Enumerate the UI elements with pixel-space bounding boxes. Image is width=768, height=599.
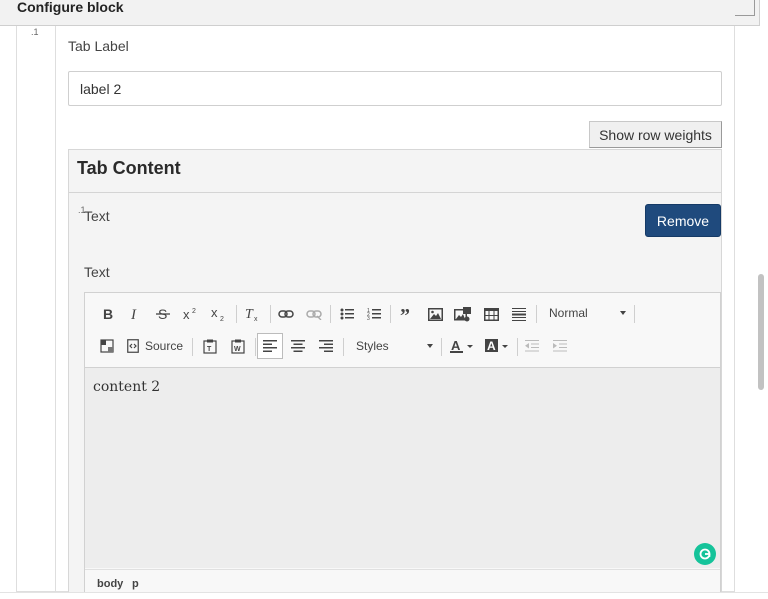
toolbar-separator — [634, 305, 635, 323]
background-color-icon[interactable]: A — [482, 333, 512, 359]
remove-format-icon[interactable]: Tx — [240, 301, 266, 327]
source-icon — [127, 339, 139, 353]
svg-text:I: I — [130, 307, 137, 321]
toolbar-separator — [255, 338, 256, 356]
italic-icon[interactable]: I — [122, 301, 148, 327]
svg-text:x: x — [183, 307, 190, 321]
svg-text:A: A — [487, 339, 496, 353]
toolbar-separator — [536, 305, 537, 323]
paste-text-icon[interactable]: T — [197, 333, 223, 359]
svg-text:”: ” — [400, 308, 410, 320]
svg-text:T: T — [245, 307, 254, 321]
dialog-title: Configure block — [17, 0, 124, 15]
svg-text:A: A — [451, 339, 461, 353]
svg-text:T: T — [207, 346, 212, 353]
table-icon[interactable] — [478, 301, 504, 327]
align-right-icon[interactable] — [313, 333, 339, 359]
editor-content-area[interactable]: content 2 — [85, 368, 720, 568]
blockquote-icon[interactable]: ” — [394, 301, 420, 327]
source-button[interactable]: Source — [127, 334, 183, 358]
toolbar-separator — [517, 338, 518, 356]
tab-label-heading: Tab Label — [68, 38, 129, 54]
subscript-icon[interactable]: x2 — [206, 301, 232, 327]
editor-toolbar: B I S x2 x2 Tx 123 ” Normal Source T W S… — [85, 293, 720, 368]
source-label: Source — [145, 339, 184, 353]
align-left-icon[interactable] — [257, 333, 283, 359]
toolbar-separator — [441, 338, 442, 356]
grammarly-icon[interactable] — [694, 543, 716, 565]
text-color-icon[interactable]: A — [447, 333, 477, 359]
paste-word-icon[interactable]: W — [225, 333, 251, 359]
rich-text-editor: B I S x2 x2 Tx 123 ” Normal Source T W S… — [84, 292, 721, 599]
dialog-close-button[interactable] — [735, 0, 755, 16]
page-bottom-edge — [0, 592, 768, 599]
strikethrough-icon[interactable]: S — [150, 301, 176, 327]
align-center-icon[interactable] — [285, 333, 311, 359]
svg-text:2: 2 — [220, 316, 224, 321]
numbered-list-icon[interactable]: 123 — [361, 301, 387, 327]
outdent-icon[interactable] — [519, 333, 545, 359]
show-row-weights-button[interactable]: Show row weights — [589, 121, 722, 148]
svg-text:2: 2 — [192, 308, 196, 315]
editor-field-label: Text — [84, 264, 110, 280]
toolbar-separator — [330, 305, 331, 323]
path-item-p[interactable]: p — [132, 578, 139, 590]
svg-text:B: B — [103, 307, 113, 321]
maximize-icon[interactable] — [94, 333, 120, 359]
tab-content-title: Tab Content — [77, 158, 181, 178]
chevron-down-icon — [620, 311, 626, 315]
superscript-icon[interactable]: x2 — [178, 301, 204, 327]
toolbar-separator — [270, 305, 271, 323]
svg-text:x: x — [211, 307, 218, 320]
image-icon[interactable] — [422, 301, 448, 327]
path-item-body[interactable]: body — [97, 578, 123, 590]
remove-button[interactable]: Remove — [645, 204, 721, 237]
horizontal-rule-icon[interactable] — [506, 301, 532, 327]
toolbar-separator — [192, 338, 193, 356]
dialog-titlebar: Configure block — [0, 0, 760, 26]
link-icon[interactable] — [273, 301, 299, 327]
format-select[interactable]: Normal — [544, 301, 630, 325]
tab-content-header: Tab Content — [69, 150, 721, 193]
paragraph-type-label: Text — [84, 208, 110, 224]
media-image-icon[interactable] — [450, 301, 476, 327]
tab-label-input[interactable] — [68, 71, 722, 106]
toolbar-separator — [343, 338, 344, 356]
toolbar-separator — [236, 305, 237, 323]
editor-content-text: content 2 — [93, 379, 161, 395]
svg-text:3: 3 — [367, 316, 370, 321]
scrollbar-thumb[interactable] — [758, 274, 764, 390]
unlink-icon[interactable] — [301, 301, 327, 327]
format-select-value: Normal — [549, 306, 588, 320]
svg-text:x: x — [254, 316, 258, 321]
styles-select[interactable]: Styles — [351, 334, 437, 358]
bold-icon[interactable]: B — [95, 301, 121, 327]
indent-icon[interactable] — [547, 333, 573, 359]
tabledrag-handle[interactable]: .1 — [31, 27, 39, 37]
styles-select-value: Styles — [356, 339, 389, 353]
toolbar-separator — [390, 305, 391, 323]
svg-text:W: W — [234, 346, 241, 353]
chevron-down-icon — [427, 344, 433, 348]
bulleted-list-icon[interactable] — [334, 301, 360, 327]
